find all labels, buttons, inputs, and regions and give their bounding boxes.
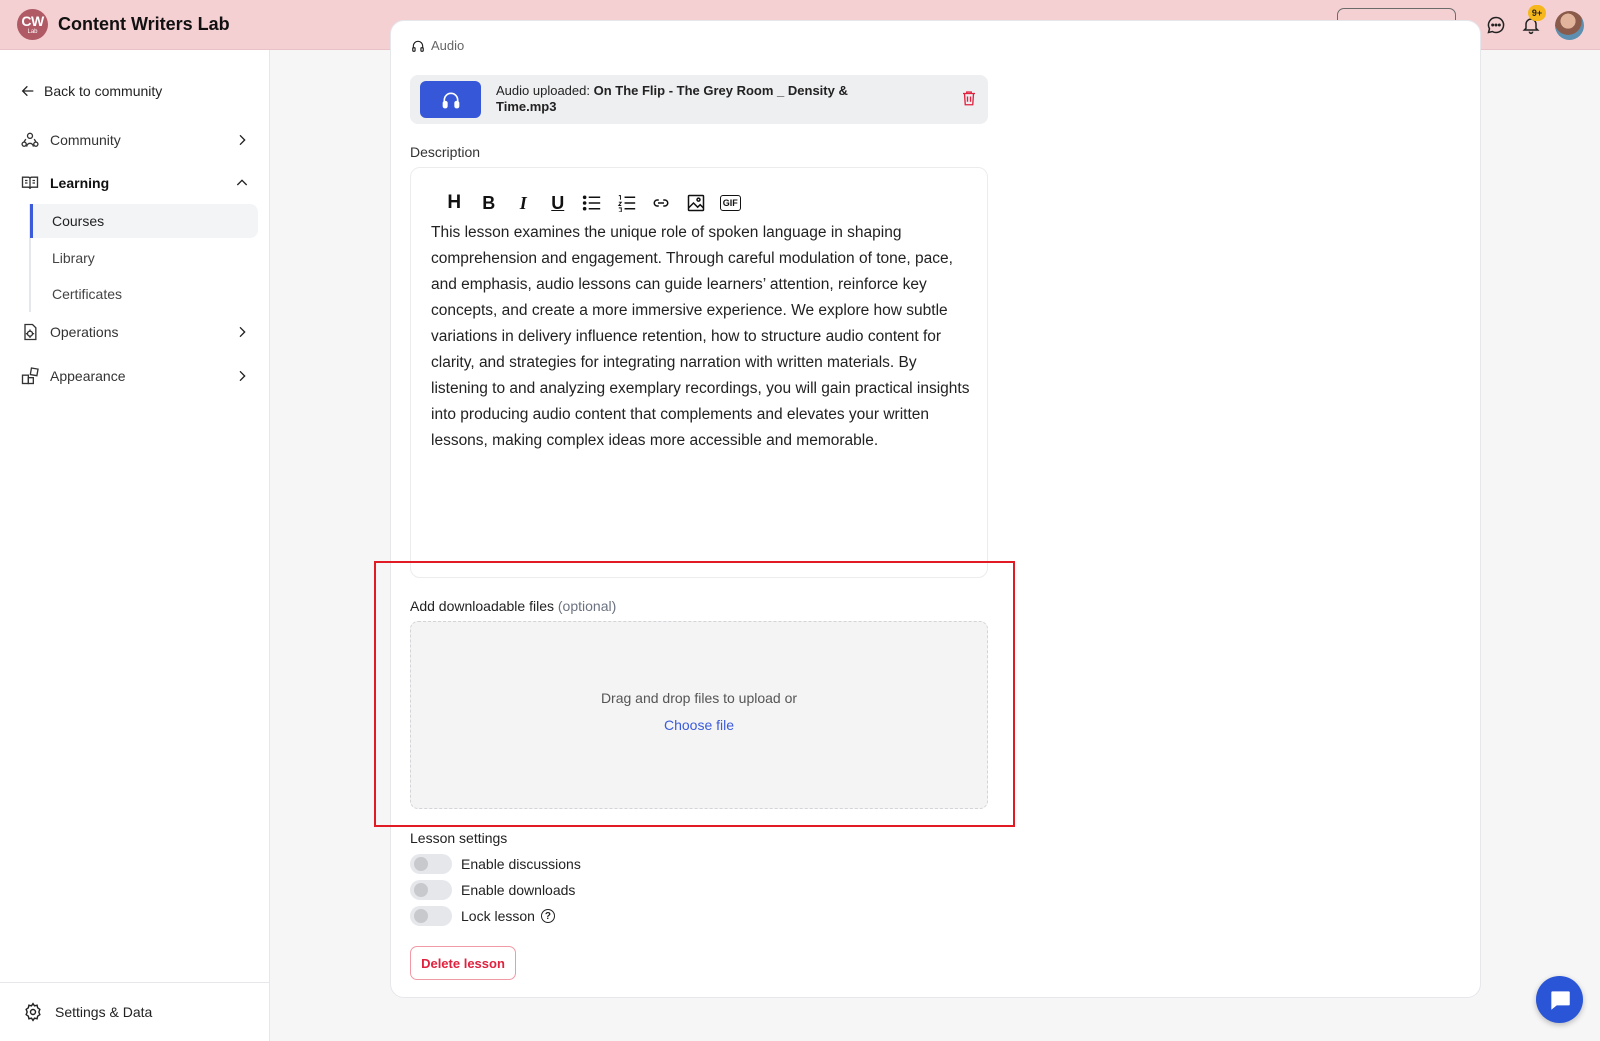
settings-and-data-link[interactable]: Settings & Data — [23, 1002, 152, 1022]
community-icon — [20, 130, 40, 150]
italic-button[interactable]: I — [506, 190, 541, 216]
book-icon — [20, 173, 40, 193]
toggle-label: Enable discussions — [461, 856, 581, 872]
audio-section-label: Audio — [411, 38, 464, 53]
settings-label: Settings & Data — [55, 1004, 153, 1020]
headphones-icon — [412, 40, 424, 52]
enable-discussions-toggle[interactable] — [410, 854, 452, 874]
headphones-icon — [442, 92, 459, 108]
bullet-list-icon — [583, 195, 601, 211]
link-icon — [653, 199, 669, 207]
help-icon[interactable]: ? — [540, 909, 555, 923]
enable-downloads-setting: Enable downloads — [410, 880, 575, 900]
gear-icon — [25, 1002, 41, 1022]
image-icon — [687, 194, 704, 212]
lock-lesson-toggle[interactable] — [410, 906, 452, 926]
audio-upload-prefix: Audio uploaded: — [496, 83, 594, 98]
link-button[interactable] — [644, 190, 679, 216]
toggle-label: Enable downloads — [461, 882, 576, 898]
audio-upload-status: Audio uploaded: On The Flip - The Grey R… — [496, 83, 906, 115]
sidebar-subitem-certificates[interactable]: Certificates — [30, 277, 258, 311]
numbered-list-button[interactable] — [610, 190, 645, 216]
underline-button[interactable]: U — [541, 190, 576, 216]
enable-discussions-setting: Enable discussions — [410, 854, 581, 874]
description-editor[interactable]: H B I U GIF This lesson examines the uni… — [410, 167, 988, 578]
numbered-list-icon — [617, 195, 635, 212]
sidebar-subitem-library[interactable]: Library — [30, 241, 258, 275]
gif-icon: GIF — [719, 195, 741, 211]
divider — [0, 982, 270, 983]
editor-toolbar: H B I U GIF — [437, 190, 748, 216]
chat-bubble-icon — [1550, 990, 1570, 1010]
gif-button[interactable]: GIF — [713, 190, 748, 216]
sidebar-item-label: Community — [50, 132, 121, 148]
lesson-settings-label: Lesson settings — [410, 830, 508, 846]
logo-text: CW — [21, 13, 44, 29]
appearance-icon — [20, 366, 40, 386]
sidebar-item-community[interactable]: Community — [20, 130, 250, 150]
bullet-list-button[interactable] — [575, 190, 610, 216]
notification-badge: 9+ — [1528, 5, 1546, 21]
chat-icon[interactable] — [1485, 14, 1507, 36]
delete-lesson-button[interactable]: Delete lesson — [410, 946, 516, 980]
sidebar-item-label: Operations — [50, 324, 119, 340]
delete-audio-icon[interactable] — [960, 88, 978, 113]
image-button[interactable] — [679, 190, 714, 216]
description-text[interactable]: This lesson examines the unique role of … — [431, 220, 971, 454]
arrow-left-icon — [21, 85, 34, 97]
chevron-right-icon — [239, 326, 246, 338]
avatar[interactable] — [1555, 11, 1584, 40]
support-chat-button[interactable] — [1536, 976, 1583, 1023]
logo-subtext: Lab — [27, 29, 38, 35]
sidebar-item-operations[interactable]: Operations — [20, 322, 250, 342]
highlight-box — [374, 561, 1015, 827]
back-to-community-link[interactable]: Back to community — [20, 83, 162, 99]
sidebar: Back to community Community Learning Cou… — [0, 50, 270, 1041]
enable-downloads-toggle[interactable] — [410, 880, 452, 900]
heading-button[interactable]: H — [437, 190, 472, 216]
toggle-label: Lock lesson — [461, 908, 535, 924]
sidebar-item-label: Learning — [50, 175, 110, 191]
app-title[interactable]: Content Writers Lab — [58, 14, 230, 35]
chevron-up-icon — [236, 179, 248, 186]
audio-label-text: Audio — [431, 38, 465, 53]
lock-lesson-setting: Lock lesson ? — [410, 906, 555, 926]
bold-button[interactable]: B — [472, 190, 507, 216]
back-link-label: Back to community — [44, 83, 163, 99]
operations-icon — [20, 322, 40, 342]
chevron-right-icon — [239, 134, 246, 146]
sidebar-item-label: Appearance — [50, 368, 126, 384]
chevron-right-icon — [239, 370, 246, 382]
uploaded-audio-item: Audio uploaded: On The Flip - The Grey R… — [410, 75, 988, 124]
audio-thumbnail — [420, 81, 481, 118]
sidebar-subitem-courses[interactable]: Courses — [30, 204, 258, 238]
sidebar-item-appearance[interactable]: Appearance — [20, 366, 250, 386]
sidebar-item-learning[interactable]: Learning — [20, 173, 250, 193]
community-logo[interactable]: CW Lab — [17, 9, 48, 40]
description-label: Description — [410, 144, 481, 160]
